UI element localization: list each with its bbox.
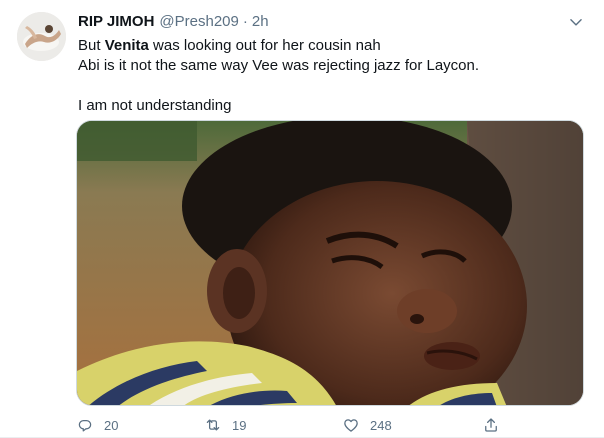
avatar-image <box>17 12 66 61</box>
retweet-count: 19 <box>232 417 247 433</box>
share-button[interactable] <box>482 414 500 436</box>
avatar[interactable] <box>17 12 66 61</box>
tweet-text: But Venita was looking out for her cousi… <box>78 36 588 116</box>
share-icon <box>485 418 497 432</box>
tweet-line-1-bold: Venita <box>104 37 149 54</box>
display-name[interactable]: RIP JIMOH <box>78 12 154 32</box>
user-handle[interactable]: @Presh209 <box>159 12 238 32</box>
tweet-options-button[interactable] <box>566 12 586 32</box>
tweet-content: RIP JIMOH @Presh209 · 2h But Venita was … <box>78 12 588 116</box>
chevron-down-icon <box>570 19 582 26</box>
meme-photo <box>77 121 583 405</box>
reply-icon <box>78 420 92 432</box>
reply-count: 20 <box>104 417 119 433</box>
tweet-header: RIP JIMOH @Presh209 · 2h <box>78 12 588 32</box>
like-button[interactable]: 248 <box>342 414 392 436</box>
reply-button[interactable]: 20 <box>76 414 118 436</box>
tweet-line-2: Abi is it not the same way Vee was rejec… <box>78 57 480 74</box>
like-count: 248 <box>370 417 392 433</box>
tweet-card[interactable]: RIP JIMOH @Presh209 · 2h But Venita was … <box>0 0 604 438</box>
retweet-button[interactable]: 19 <box>204 414 246 436</box>
tweet-actions: 20 19 248 <box>76 414 506 436</box>
separator-dot: · <box>242 13 248 30</box>
tweet-line-3: I am not understanding <box>78 97 232 114</box>
tweet-time[interactable]: 2h <box>252 12 269 32</box>
tweet-line-1-suffix: was looking out for her cousin nah <box>148 37 381 54</box>
tweet-media-image[interactable] <box>76 120 584 406</box>
tweet-line-1-prefix: But <box>78 37 105 54</box>
heart-icon <box>344 419 358 432</box>
tweet-line-1: But Venita was looking out for her cousi… <box>78 36 588 56</box>
retweet-icon <box>206 419 220 431</box>
